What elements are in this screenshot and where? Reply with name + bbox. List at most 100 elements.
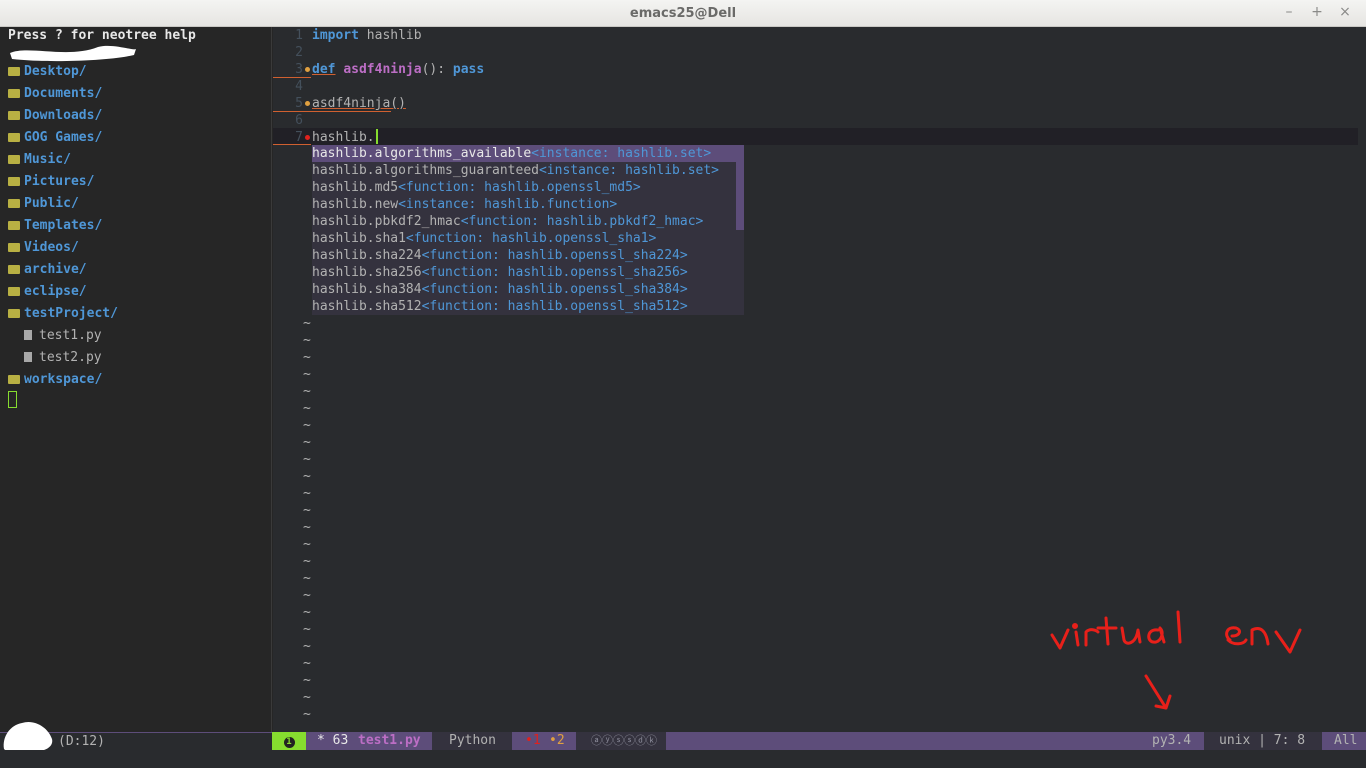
completion-name: hashlib.pbkdf2_hmac xyxy=(312,214,461,229)
flycheck-warnings[interactable]: •2 xyxy=(549,732,565,750)
major-mode[interactable]: Python xyxy=(432,732,512,750)
neotree-dir[interactable]: Videos/ xyxy=(8,237,79,259)
empty-line-tilde: ~ xyxy=(303,503,311,518)
redaction-scribble xyxy=(10,45,136,62)
empty-line-tilde: ~ xyxy=(303,401,311,416)
folder-icon xyxy=(8,199,20,208)
warning-dot xyxy=(305,101,310,106)
neotree-label: test2.py xyxy=(39,350,102,365)
empty-line-tilde: ~ xyxy=(303,622,311,637)
empty-line-tilde: ~ xyxy=(303,333,311,348)
folder-icon xyxy=(8,133,20,142)
empty-line-tilde: ~ xyxy=(303,571,311,586)
neotree-modeline: (D:12) xyxy=(0,721,272,753)
completion-item[interactable]: hashlib.new<instance: hashlib.function> xyxy=(312,196,736,213)
minimize-button[interactable]: – xyxy=(1280,4,1298,20)
completion-item[interactable]: hashlib.sha384<function: hashlib.openssl… xyxy=(312,281,736,298)
completion-annotation: <function: hashlib.openssl_sha256> xyxy=(421,265,688,280)
code-line-3: def asdf4ninja(): pass xyxy=(312,62,485,77)
window-titlebar: emacs25@Dell – + × xyxy=(0,0,1366,27)
empty-line-tilde: ~ xyxy=(303,537,311,552)
completion-name: hashlib.sha1 xyxy=(312,231,406,246)
neotree-dir[interactable]: Templates/ xyxy=(8,215,102,237)
line-number: 5 xyxy=(295,96,303,111)
folder-open-icon xyxy=(8,309,20,318)
empty-line-tilde: ~ xyxy=(303,486,311,501)
neotree-label: Documents/ xyxy=(24,86,103,101)
completion-item[interactable]: hashlib.sha512<function: hashlib.openssl… xyxy=(312,298,736,315)
completion-annotation: <instance: hashlib.set> xyxy=(538,163,719,178)
completion-item[interactable]: hashlib.algorithms_guaranteed<instance: … xyxy=(312,162,736,179)
virtualenv-indicator[interactable]: py3.4 xyxy=(1152,732,1191,750)
completion-item[interactable]: hashlib.sha224<function: hashlib.openssl… xyxy=(312,247,736,264)
minor-modes[interactable]: ⓐⓨⓢⓢⓓⓚ xyxy=(576,732,666,750)
completion-item[interactable]: hashlib.sha256<function: hashlib.openssl… xyxy=(312,264,736,281)
completion-name: hashlib.sha512 xyxy=(312,299,422,314)
encoding-position: unix | 7: 8 xyxy=(1204,732,1322,750)
completion-item[interactable]: hashlib.sha1<function: hashlib.openssl_s… xyxy=(312,230,736,247)
empty-line-tilde: ~ xyxy=(303,588,311,603)
empty-line-tilde: ~ xyxy=(303,520,311,535)
completion-item[interactable]: hashlib.algorithms_available<instance: h… xyxy=(312,145,736,162)
completion-name: hashlib.sha224 xyxy=(312,248,422,263)
neotree-dir[interactable]: archive/ xyxy=(8,259,87,281)
neotree-label: eclipse/ xyxy=(24,284,87,299)
neotree-label: workspace/ xyxy=(24,372,103,387)
buffer-modified: * 63 xyxy=(317,733,349,748)
neotree-label: Downloads/ xyxy=(24,108,103,123)
neotree-label: test1.py xyxy=(39,328,102,343)
completion-popup[interactable]: hashlib.algorithms_available<instance: h… xyxy=(312,145,744,315)
neotree-dir[interactable]: Desktop/ xyxy=(8,61,87,83)
file-icon xyxy=(24,352,32,362)
flycheck-underline xyxy=(273,144,311,145)
empty-line-tilde: ~ xyxy=(303,384,311,399)
neotree-dir[interactable]: Music/ xyxy=(8,149,71,171)
line-number: 1 xyxy=(295,28,303,43)
flycheck-errors[interactable]: •1 xyxy=(525,732,541,750)
warning-dot xyxy=(305,67,310,72)
completion-annotation: <function: hashlib.openssl_sha224> xyxy=(421,248,688,263)
neotree-dir[interactable]: workspace/ xyxy=(8,369,102,391)
neotree-dir[interactable]: Documents/ xyxy=(8,83,102,105)
window-controls: – + × xyxy=(1280,4,1354,20)
close-button[interactable]: × xyxy=(1336,4,1354,20)
completion-item[interactable]: hashlib.md5<function: hashlib.openssl_md… xyxy=(312,179,736,196)
neotree-sidebar: Press ? for neotree help Desktop/Documen… xyxy=(0,27,272,732)
neotree-dir[interactable]: Public/ xyxy=(8,193,79,215)
neotree-dir[interactable]: Pictures/ xyxy=(8,171,94,193)
mode-line: (D:12) 1 * 63 test1.py Python •1 •2 ⓐⓨⓢⓢ… xyxy=(0,721,1366,753)
window-title: emacs25@Dell xyxy=(629,6,737,21)
completion-name: hashlib.sha256 xyxy=(312,265,422,280)
maximize-button[interactable]: + xyxy=(1308,4,1326,20)
neotree-label: Music/ xyxy=(24,152,71,167)
neotree-dir[interactable]: eclipse/ xyxy=(8,281,87,303)
neotree-file[interactable]: test1.py xyxy=(24,325,102,347)
folder-icon xyxy=(8,67,20,76)
neotree-info: (D:12) xyxy=(58,734,105,749)
completion-name: hashlib.algorithms_guaranteed xyxy=(312,163,539,178)
flycheck-underline xyxy=(273,77,311,78)
neotree-dir[interactable]: Downloads/ xyxy=(8,105,102,127)
neotree-dir[interactable]: GOG Games/ xyxy=(8,127,102,149)
neotree-label: archive/ xyxy=(24,262,87,277)
neotree-dir[interactable]: testProject/ xyxy=(8,303,118,325)
completion-name: hashlib.algorithms_available xyxy=(312,146,532,161)
text-cursor xyxy=(376,129,378,144)
neotree-file[interactable]: test2.py xyxy=(24,347,102,369)
folder-icon xyxy=(8,221,20,230)
empty-line-tilde: ~ xyxy=(303,605,311,620)
folder-icon xyxy=(8,177,20,186)
empty-line-tilde: ~ xyxy=(303,316,311,331)
folder-icon xyxy=(8,265,20,274)
completion-scrollbar[interactable] xyxy=(736,145,744,230)
completion-annotation: <function: hashlib.openssl_sha1> xyxy=(405,231,657,246)
neotree-label: Pictures/ xyxy=(24,174,95,189)
completion-annotation: <instance: hashlib.function> xyxy=(398,197,618,212)
folder-icon xyxy=(8,287,20,296)
completion-annotation: <function: hashlib.pbkdf2_hmac> xyxy=(460,214,704,229)
empty-line-tilde: ~ xyxy=(303,656,311,671)
completion-annotation: <instance: hashlib.set> xyxy=(531,146,712,161)
completion-item[interactable]: hashlib.pbkdf2_hmac<function: hashlib.pb… xyxy=(312,213,736,230)
buffer-name[interactable]: test1.py xyxy=(358,732,421,750)
current-line-highlight xyxy=(273,128,1358,145)
